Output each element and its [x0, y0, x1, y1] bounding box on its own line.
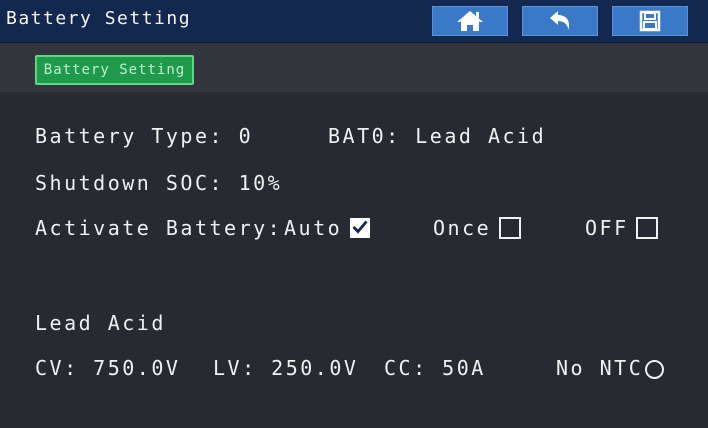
- home-button[interactable]: [432, 6, 508, 36]
- activate-once-label: Once: [433, 216, 492, 240]
- activate-off-checkbox[interactable]: [636, 217, 658, 239]
- save-button[interactable]: [612, 6, 688, 36]
- checkmark-icon: [352, 219, 368, 238]
- back-button[interactable]: [522, 6, 598, 36]
- activate-auto-label: Auto: [284, 216, 343, 240]
- battery-type-name: BAT0: Lead Acid: [328, 124, 547, 148]
- activate-once-checkbox[interactable]: [499, 217, 521, 239]
- ntc-radio[interactable]: [645, 360, 664, 379]
- activate-auto-checkbox[interactable]: [350, 218, 370, 238]
- back-arrow-icon: [547, 10, 573, 32]
- ntc-label: No NTC: [556, 356, 644, 380]
- shutdown-soc-value[interactable]: Shutdown SOC: 10%: [35, 171, 282, 195]
- battery-type-value[interactable]: Battery Type: 0: [35, 124, 253, 148]
- tab-bar: Battery Setting: [0, 43, 708, 92]
- cc-value[interactable]: CC: 50A: [384, 356, 486, 380]
- lv-value[interactable]: LV: 250.0V: [213, 356, 358, 380]
- cv-value[interactable]: CV: 750.0V: [35, 356, 180, 380]
- title-bar: Battery Setting: [0, 0, 708, 43]
- home-icon: [455, 9, 485, 33]
- activate-battery-label: Activate Battery:: [35, 216, 283, 240]
- activate-off-label: OFF: [585, 216, 629, 240]
- tab-battery-setting[interactable]: Battery Setting: [35, 55, 194, 85]
- save-icon: [639, 10, 661, 32]
- page-title: Battery Setting: [6, 8, 192, 29]
- lead-acid-heading: Lead Acid: [35, 311, 166, 335]
